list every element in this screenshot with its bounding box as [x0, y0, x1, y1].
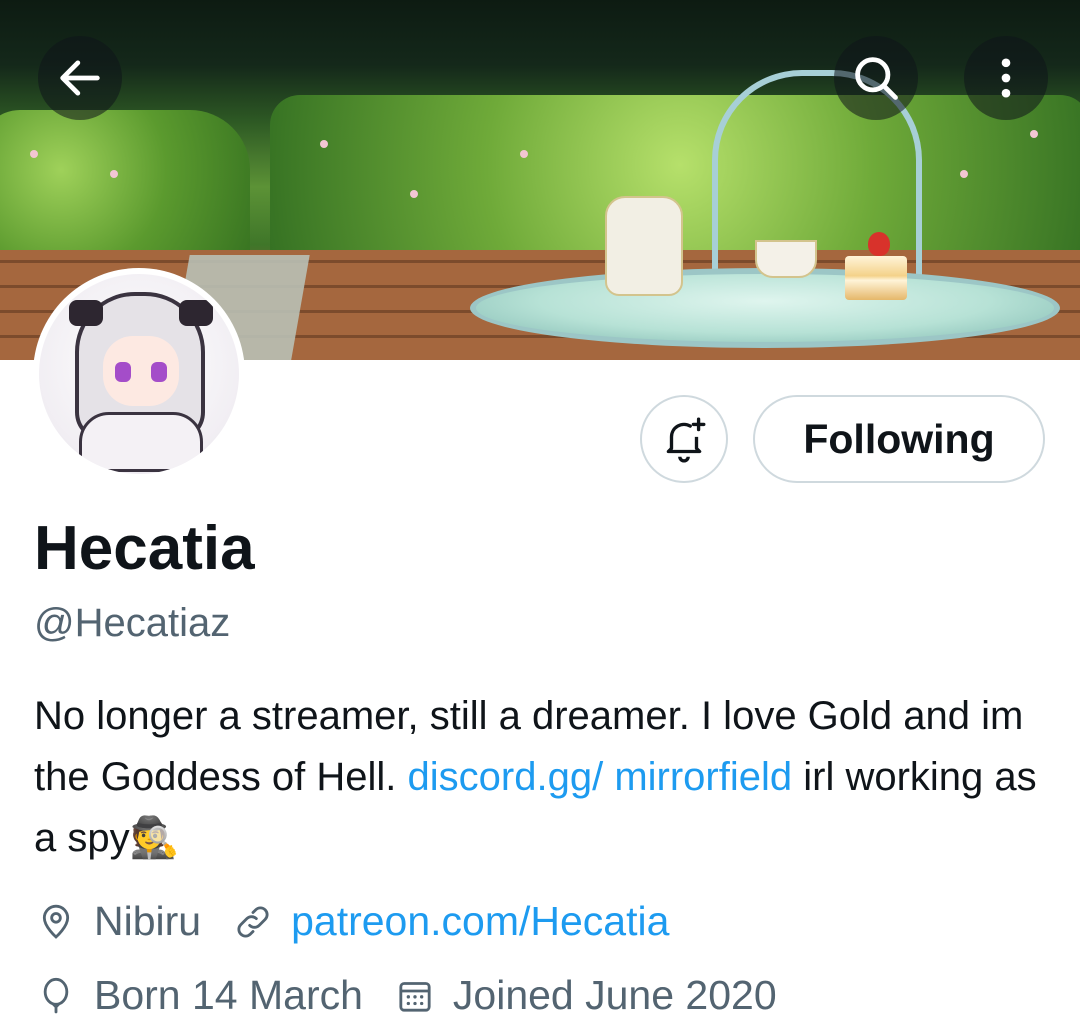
banner-flower	[30, 150, 38, 158]
joined-item: Joined June 2020	[393, 972, 777, 1019]
notifications-button[interactable]	[640, 395, 728, 483]
arrow-left-icon	[60, 60, 100, 96]
search-button[interactable]	[834, 36, 918, 120]
website-link[interactable]: patreon.com/Hecatia	[291, 898, 669, 945]
avatar-bow-left	[69, 300, 103, 326]
balloon-icon	[34, 974, 78, 1018]
banner-flower	[410, 190, 418, 198]
birthday-text: Born 14 March	[94, 972, 363, 1018]
location-text: Nibiru	[94, 898, 202, 944]
more-vertical-icon	[1001, 58, 1011, 98]
search-icon	[855, 57, 898, 100]
spy-emoji: 🕵	[129, 816, 180, 860]
joined-text: Joined June 2020	[452, 972, 777, 1018]
location-item: Nibiru	[34, 898, 201, 945]
banner-table	[470, 268, 1060, 348]
username-handle: @Hecatiaz	[34, 601, 231, 645]
back-button[interactable]	[38, 36, 122, 120]
banner-flower	[1030, 130, 1038, 138]
banner-flower	[320, 140, 328, 148]
location-pin-icon	[34, 900, 78, 944]
avatar-image	[39, 274, 239, 474]
profile-meta-row-2: Born 14 March Joined June 2020	[34, 972, 807, 1019]
calendar-icon	[393, 974, 437, 1018]
website-item[interactable]: patreon.com/Hecatia	[231, 898, 669, 945]
banner-flower	[960, 170, 968, 178]
banner-teacup	[755, 240, 817, 278]
banner-teapot	[605, 196, 683, 296]
link-icon	[231, 900, 275, 944]
bell-plus-icon	[666, 417, 706, 463]
profile-avatar[interactable]	[33, 268, 245, 480]
following-button[interactable]: Following	[753, 395, 1045, 483]
display-name: Hecatia	[34, 514, 255, 583]
avatar-eye-left	[115, 362, 131, 382]
profile-meta-row-1: Nibiru patreon.com/Hecatia	[34, 898, 699, 945]
more-options-button[interactable]	[964, 36, 1048, 120]
avatar-body	[79, 412, 203, 472]
birthday-item: Born 14 March	[34, 972, 363, 1019]
banner-flower	[520, 150, 528, 158]
avatar-bow-right	[179, 300, 213, 326]
banner-strawberry	[868, 232, 890, 256]
banner-cake	[845, 256, 907, 300]
bio-discord-link[interactable]: discord.gg/ mirrorfield	[408, 755, 793, 799]
banner-flower	[110, 170, 118, 178]
avatar-eye-right	[151, 362, 167, 382]
profile-bio: No longer a streamer, still a dreamer. I…	[34, 686, 1044, 869]
